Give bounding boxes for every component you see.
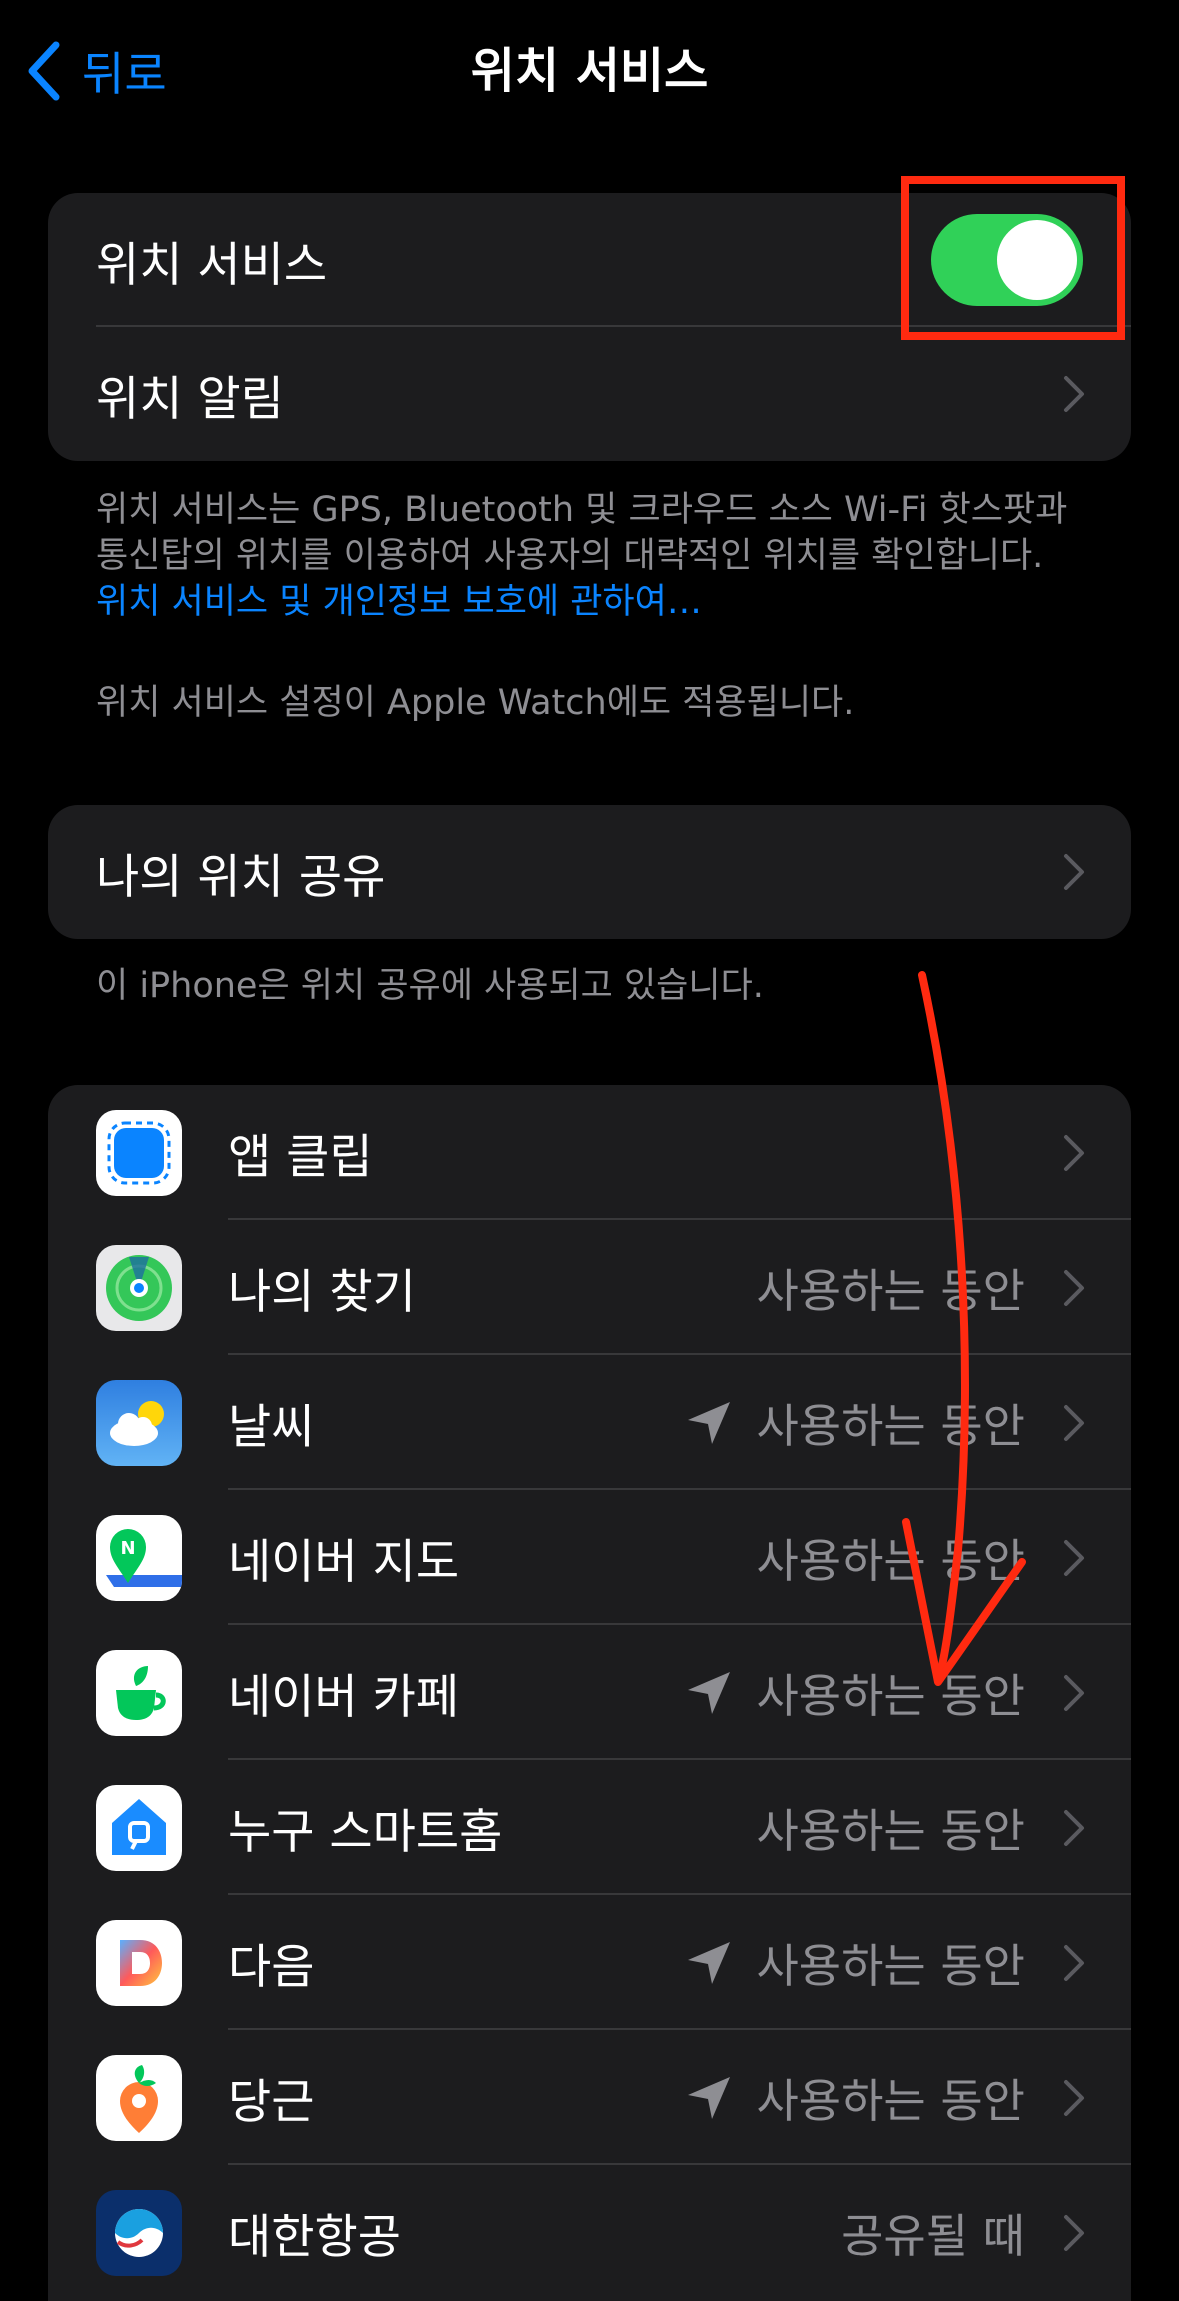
location-arrow-icon [688,1671,731,1714]
location-arrow-icon [688,1401,731,1444]
chevron-right-icon [1064,2079,1084,2116]
permission-status-text: 공유될 때 [841,2208,1025,2263]
app-name: 나의 찾기 [228,1265,416,1320]
chevron-right-icon [1064,1674,1084,1711]
chevron-right-icon [1064,1134,1084,1171]
permission-status-text: 사용하는 동안 [756,1398,1025,1453]
share-location-group: 나의 위치 공유 [48,805,1131,939]
app-name: 앱 클립 [228,1130,373,1185]
nugu-smarthome-icon [96,1784,182,1871]
app-name: 네이버 카페 [228,1670,460,1725]
chevron-right-icon [1064,1944,1084,1981]
permission-status: 공유될 때 [841,2200,1025,2266]
permission-status-text: 사용하는 동안 [756,1668,1025,1723]
page-title: 위치 서비스 [470,43,709,99]
permission-status: 사용하는 동안 [684,1930,1025,1996]
permission-status: 사용하는 동안 [756,1255,1025,1321]
location-arrow-icon [688,2076,731,2119]
description-text: 위치 서비스는 GPS, Bluetooth 및 크라우드 소스 Wi-Fi 핫… [96,490,1068,576]
naver-cafe-icon [96,1649,182,1736]
chevron-right-icon [1064,2214,1084,2251]
app-row[interactable]: N 네이버 지도 사용하는 동안 [48,1490,1131,1625]
weather-icon [96,1379,182,1466]
app-name: 누구 스마트홈 [228,1805,503,1860]
app-name: 당근 [228,2075,315,2130]
app-row[interactable]: 나의 찾기 사용하는 동안 [48,1220,1131,1355]
svg-text:N: N [120,1538,135,1559]
chevron-right-icon [1064,376,1084,412]
share-location-row[interactable]: 나의 위치 공유 [48,805,1131,939]
app-row[interactable]: 대한항공 공유될 때 [48,2165,1131,2300]
permission-status-text: 사용하는 동안 [756,2073,1025,2128]
app-row[interactable]: 누구 스마트홈 사용하는 동안 [48,1760,1131,1895]
naver-map-icon: N [96,1514,182,1601]
app-clip-icon [96,1109,182,1196]
app-row[interactable]: 앱 클립 [48,1085,1131,1220]
chevron-right-icon [1064,1809,1084,1846]
app-list: 앱 클립 나의 찾기 사용하는 동안 날씨 사용하는 동안 N 네이버 지도 사용하는 동안 네… [48,1085,1131,2301]
permission-status: 사용하는 동안 [684,1390,1025,1456]
location-services-label: 위치 서비스 [96,237,328,293]
app-row[interactable]: 당근 사용하는 동안 [48,2030,1131,2165]
permission-status: 사용하는 동안 [684,1660,1025,1726]
location-alerts-label: 위치 알림 [96,371,284,427]
location-arrow-icon [688,1941,731,1984]
toggle-highlight-annotation [901,176,1125,340]
app-name: 다음 [228,1940,315,1995]
privacy-link[interactable]: 위치 서비스 및 개인정보 보호에 관하여… [96,582,702,622]
share-location-label: 나의 위치 공유 [96,849,386,905]
korean-air-icon [96,2189,182,2276]
app-name: 날씨 [228,1400,315,1455]
permission-status: 사용하는 동안 [684,2065,1025,2131]
daangn-icon [96,2054,182,2141]
find-my-icon [96,1244,182,1331]
daum-icon [96,1919,182,2006]
permission-status-text: 사용하는 동안 [756,1938,1025,1993]
app-name: 네이버 지도 [228,1535,460,1590]
permission-status: 사용하는 동안 [756,1525,1025,1591]
chevron-right-icon [1064,1269,1084,1306]
app-row[interactable]: 다음 사용하는 동안 [48,1895,1131,2030]
permission-status-text: 사용하는 동안 [756,1533,1025,1588]
chevron-right-icon [1064,1404,1084,1441]
share-location-note: 이 iPhone은 위치 공유에 사용되고 있습니다. [96,966,764,1006]
app-name: 대한항공 [228,2210,401,2265]
permission-status: 사용하는 동안 [756,1795,1025,1861]
location-services-description: 위치 서비스는 GPS, Bluetooth 및 크라우드 소스 Wi-Fi 핫… [96,487,1076,625]
location-alerts-row[interactable]: 위치 알림 [48,327,1131,461]
apple-watch-note: 위치 서비스 설정이 Apple Watch에도 적용됩니다. [96,683,855,723]
permission-status-text: 사용하는 동안 [756,1263,1025,1318]
navigation-bar: 뒤로 위치 서비스 [0,0,1179,140]
app-row[interactable]: 날씨 사용하는 동안 [48,1355,1131,1490]
permission-status-text: 사용하는 동안 [756,1803,1025,1858]
chevron-right-icon [1064,1539,1084,1576]
app-row[interactable]: 네이버 카페 사용하는 동안 [48,1625,1131,1760]
chevron-right-icon [1064,854,1084,890]
